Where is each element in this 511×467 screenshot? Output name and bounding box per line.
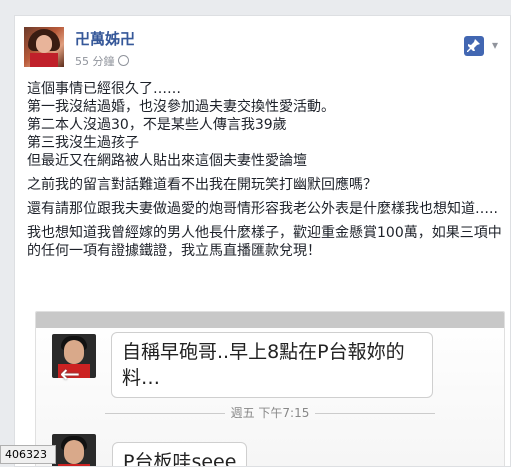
author-avatar[interactable]: [24, 27, 64, 67]
paragraph-4: 我也想知道我曾經嫁的男人他長什麼樣子，歡迎重金懸賞100萬，如果三項中的任何一項…: [27, 224, 507, 260]
post-body: 這個事情已經很久了…… 第一我沒結過婚，也沒參加過夫妻交換性愛活動。 第二本人沒…: [27, 80, 507, 266]
text-line: 這個事情已經很久了……: [27, 81, 181, 97]
paragraph-2: 之前我的留言對話難道看不出我在開玩笑打幽默回應嗎？: [27, 176, 507, 194]
text-line: 第三我沒生過孩子: [27, 135, 139, 151]
pin-icon[interactable]: [464, 36, 484, 56]
chat-avatar: [52, 434, 96, 466]
post-card: 卍萬姊卍 55 分鐘 ▾ 這個事情已經很久了…… 第一我沒結過婚，也沒參加過夫妻…: [14, 15, 511, 467]
text-line: 之前我的留言對話難道看不出我在開玩笑打幽默回應嗎？: [27, 177, 377, 193]
chat-bubble: P台板哇seee: [112, 442, 248, 466]
text-line: 第二本人沒過30，不是某些人傳言我39歲: [27, 117, 287, 133]
text-line: 我也想知道我曾經嫁的男人他長什麼樣子，歡迎重金懸賞100萬，如果三項中的任何一項…: [27, 225, 502, 259]
back-arrow-icon: ←: [60, 360, 81, 388]
chat-bubble: 自稱早砲哥..早上8點在P台報妳的料…: [111, 332, 433, 398]
globe-icon: [117, 55, 129, 66]
text-line: 還有請那位跟我夫妻做過愛的炮哥情形容我老公外表是什麼樣我也想知道…..: [27, 201, 498, 217]
chat-timestamp: 週五 下午7:15: [36, 404, 504, 421]
screenshot-topbar: [36, 312, 504, 328]
chat-timestamp-text: 週五 下午7:15: [230, 406, 310, 420]
chevron-down-icon[interactable]: ▾: [492, 38, 498, 52]
author-name[interactable]: 卍萬姊卍: [75, 28, 135, 49]
post-meta: 55 分鐘: [75, 53, 129, 69]
text-line: 第一我沒結過婚，也沒參加過夫妻交換性愛活動。: [27, 99, 335, 115]
post-time[interactable]: 55 分鐘: [75, 55, 115, 68]
status-bar-text: 406323: [0, 445, 56, 464]
paragraph-3: 還有請那位跟我夫妻做過愛的炮哥情形容我老公外表是什麼樣我也想知道…..: [27, 200, 507, 218]
chat-screenshot-image[interactable]: ← 自稱早砲哥..早上8點在P台報妳的料… 週五 下午7:15 P台板哇seee: [35, 311, 505, 466]
paragraph-1: 這個事情已經很久了…… 第一我沒結過婚，也沒參加過夫妻交換性愛活動。 第二本人沒…: [27, 80, 507, 170]
text-line: 但最近又在網路被人貼出來這個夫妻性愛論壇: [27, 153, 307, 169]
